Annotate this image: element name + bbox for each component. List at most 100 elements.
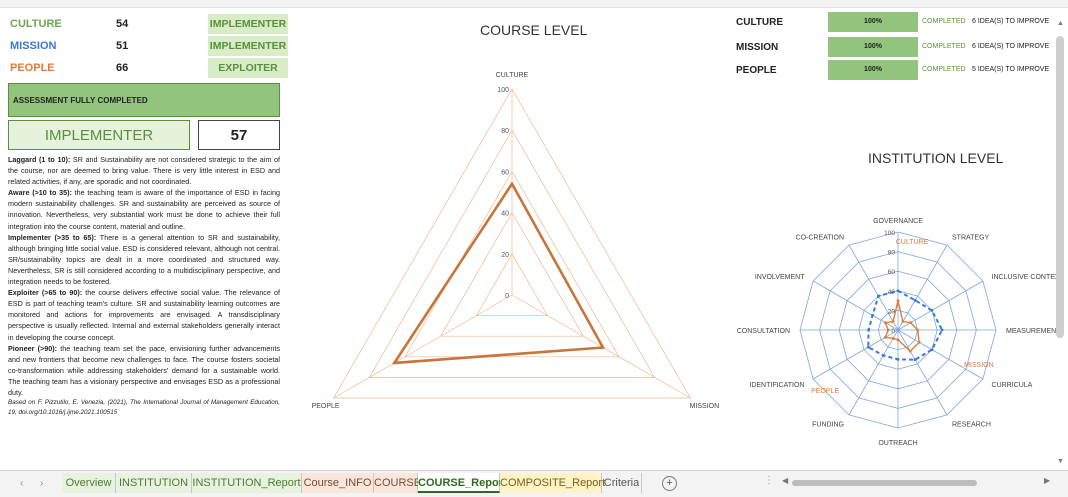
tick-label: 80 bbox=[501, 128, 509, 135]
sheet-tab-bar: ‹ › Overview INSTITUTION INSTITUTION_Repor… bbox=[0, 470, 1068, 497]
tick-label: 20 bbox=[501, 252, 509, 259]
level-name: Exploiter (>65 to 90): bbox=[8, 288, 83, 298]
data-point bbox=[867, 328, 870, 332]
scroll-down-icon[interactable]: ▼ bbox=[1057, 458, 1064, 465]
scroll-left-icon[interactable]: ◀ bbox=[782, 476, 788, 485]
completion-bar: 100% bbox=[828, 37, 918, 57]
data-point bbox=[896, 299, 900, 302]
tick-label: 100 bbox=[497, 87, 509, 94]
vertical-scrollbar[interactable]: ▲ ▼ bbox=[1055, 18, 1065, 470]
sheet-tab[interactable]: Criteria bbox=[602, 473, 642, 493]
institution-chart-title: INSTITUTION LEVEL bbox=[868, 150, 1004, 166]
ideas-count: 5 IDEA(S) TO IMPROVE bbox=[972, 66, 1050, 73]
level-description: Exploiter (>65 to 90): the course delive… bbox=[8, 287, 280, 342]
ribbon-edge bbox=[0, 0, 1068, 8]
sheet-tab[interactable]: Overview bbox=[62, 473, 116, 493]
prev-sheet-icon[interactable]: ‹ bbox=[20, 478, 23, 489]
data-point bbox=[908, 349, 912, 353]
horizontal-scroll-thumb[interactable] bbox=[792, 480, 977, 486]
axis-label: RESEARCH bbox=[952, 422, 991, 429]
data-point bbox=[896, 289, 900, 293]
tab-splitter-icon[interactable]: ⋮ bbox=[764, 475, 774, 486]
tick-label: 0 bbox=[891, 328, 895, 335]
data-point bbox=[393, 361, 396, 365]
data-point bbox=[891, 337, 895, 340]
reference-note: Based on F. Pizzutilo, E. Venezia, (2021… bbox=[8, 399, 280, 417]
data-point bbox=[891, 320, 895, 323]
data-point bbox=[917, 340, 921, 344]
status-row-people: PEOPLE 100% COMPLETED 5 IDEA(S) TO IMPRO… bbox=[736, 60, 1056, 80]
axis-label: OUTREACH bbox=[878, 440, 917, 447]
score-value: 51 bbox=[116, 40, 129, 52]
score-value: 66 bbox=[116, 62, 129, 74]
data-point bbox=[940, 328, 944, 332]
tick-label: 40 bbox=[501, 211, 509, 218]
data-point bbox=[930, 348, 934, 351]
level-description: Pioneer (>90): the teaching team set the… bbox=[8, 343, 280, 398]
score-row-mission: MISSION 51 IMPLEMENTER bbox=[10, 36, 288, 56]
score-label: CULTURE bbox=[10, 18, 62, 30]
level-name: Implementer (>35 to 65): bbox=[8, 232, 97, 242]
data-point bbox=[916, 328, 919, 332]
data-point bbox=[877, 294, 880, 298]
vertical-scroll-thumb[interactable] bbox=[1056, 36, 1064, 338]
axis-label: CURRICULA bbox=[992, 382, 1033, 389]
sheet-tab[interactable]: INSTITUTION bbox=[116, 473, 192, 493]
axis-label: CONSULTATION bbox=[737, 328, 790, 335]
score-value: 54 bbox=[116, 18, 129, 30]
status-label: CULTURE bbox=[736, 17, 784, 28]
next-sheet-icon[interactable]: › bbox=[40, 478, 43, 489]
status-row-culture: CULTURE 100% COMPLETED 6 IDEA(S) TO IMPR… bbox=[736, 12, 1056, 32]
data-point bbox=[883, 335, 887, 339]
data-point bbox=[913, 358, 917, 362]
status-label: PEOPLE bbox=[736, 65, 777, 76]
tick-label: 60 bbox=[888, 269, 896, 276]
horizontal-scrollbar[interactable]: ◀ ▶ bbox=[782, 476, 1052, 488]
data-point bbox=[896, 338, 900, 342]
ideas-count: 6 IDEA(S) TO IMPROVE bbox=[972, 43, 1050, 50]
sheet-tab[interactable]: COURSE bbox=[374, 473, 421, 493]
overall-level: IMPLEMENTER bbox=[8, 120, 190, 150]
overall-score: 57 bbox=[198, 120, 280, 150]
status-text: COMPLETED bbox=[922, 18, 966, 25]
level-description: Implementer (>35 to 65): There is a gene… bbox=[8, 232, 280, 287]
level-description: Aware (>10 to 35): the teaching team is … bbox=[8, 187, 280, 231]
data-point bbox=[510, 182, 514, 185]
add-sheet-icon[interactable]: + bbox=[662, 476, 677, 491]
score-level: IMPLEMENTER bbox=[208, 36, 288, 56]
sheet-tab[interactable]: COMPOSITE_Report bbox=[500, 473, 605, 493]
axis-label: GOVERNANCE bbox=[873, 218, 923, 225]
axis-label: MISSION bbox=[690, 403, 720, 410]
axis-label: CO-CREATION bbox=[796, 234, 844, 241]
level-name: Laggard (1 to 10): bbox=[8, 155, 71, 164]
data-point bbox=[909, 321, 913, 325]
data-point bbox=[883, 321, 887, 325]
data-point bbox=[601, 346, 605, 349]
scroll-up-icon[interactable]: ▲ bbox=[1057, 20, 1064, 27]
axis-label: STRATEGY bbox=[952, 234, 990, 241]
data-point bbox=[896, 358, 900, 361]
scroll-right-icon[interactable]: ▶ bbox=[1044, 476, 1050, 485]
score-label: PEOPLE bbox=[10, 62, 55, 74]
sheet-tab[interactable]: COURSE_Report bbox=[418, 473, 507, 493]
group-label: MISSION bbox=[964, 362, 994, 369]
data-point bbox=[913, 298, 917, 302]
status-row-mission: MISSION 100% COMPLETED 6 IDEA(S) TO IMPR… bbox=[736, 37, 1056, 57]
status-text: COMPLETED bbox=[922, 66, 966, 73]
level-name: Aware (>10 to 35): bbox=[8, 188, 72, 198]
score-label: MISSION bbox=[10, 40, 57, 52]
level-descriptions: Laggard (1 to 10): SR and Sustainability… bbox=[8, 154, 280, 418]
tick-label: 100 bbox=[884, 230, 895, 237]
institution-radar-chart: 020406080100GOVERNANCESTRATEGYINCLUSIVE … bbox=[737, 218, 1065, 447]
status-text: COMPLETED bbox=[922, 43, 966, 50]
level-description: Laggard (1 to 10): SR and Sustainability… bbox=[8, 154, 280, 187]
report-sheet: CULTURE 54 IMPLEMENTER MISSION 51 IMPLEM… bbox=[0, 0, 1068, 470]
ideas-count: 6 IDEA(S) TO IMPROVE bbox=[972, 18, 1050, 25]
score-row-people: PEOPLE 66 EXPLOITER bbox=[10, 58, 288, 78]
sheet-tab[interactable]: INSTITUTION_Report bbox=[192, 473, 302, 493]
sheet-tab[interactable]: Course_INFO bbox=[302, 473, 374, 493]
completion-bar: 100% bbox=[828, 60, 918, 80]
tick-label: 60 bbox=[501, 169, 509, 176]
score-level: IMPLEMENTER bbox=[208, 14, 288, 34]
tick-label: 0 bbox=[505, 293, 509, 300]
